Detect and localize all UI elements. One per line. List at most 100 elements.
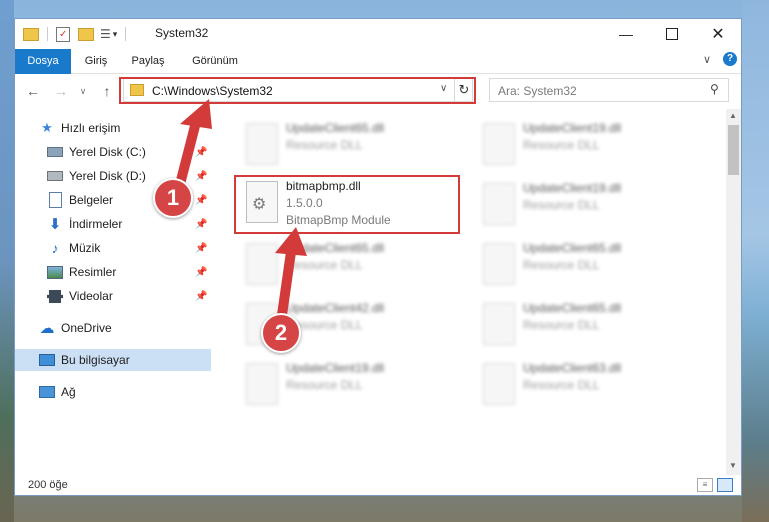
pin-icon[interactable]: 📌 xyxy=(195,219,207,230)
properties-icon[interactable]: ✓ xyxy=(56,26,70,42)
view-icon[interactable]: ☰ xyxy=(100,27,111,41)
file-description: Resource DLL xyxy=(286,138,363,152)
sidebar-item-videos[interactable]: Videolar 📌 xyxy=(15,285,211,307)
step-1-badge: 1 xyxy=(153,178,193,218)
vertical-scrollbar[interactable]: ▲ ▼ xyxy=(726,109,741,475)
status-bar: 200 öğe ≡ xyxy=(15,475,741,495)
forward-button[interactable]: → xyxy=(51,81,71,101)
ribbon-tabs: Dosya Giriş Paylaş Görünüm ∨ ? xyxy=(15,49,741,105)
file-name: UpdateClient19.dll xyxy=(523,181,622,195)
file-description: Resource DLL xyxy=(523,318,600,332)
file-name: UpdateClient19.dll xyxy=(523,121,622,135)
dll-file-icon xyxy=(483,243,515,285)
music-icon: ♪ xyxy=(51,240,59,256)
file-name: UpdateClient65.dll xyxy=(523,241,622,255)
dll-file-icon xyxy=(483,303,515,345)
search-input[interactable]: Ara: System32 xyxy=(498,84,577,98)
pictures-icon xyxy=(47,264,63,280)
pin-icon[interactable]: 📌 xyxy=(195,195,207,206)
maximize-icon xyxy=(666,28,678,40)
file-name: UpdateClient65.dll xyxy=(523,301,622,315)
sidebar-item-label: Resimler xyxy=(69,265,117,279)
scroll-down-icon[interactable]: ▼ xyxy=(729,461,737,470)
list-item[interactable]: UpdateClient19.dll Resource DLL xyxy=(475,117,705,173)
file-description: Resource DLL xyxy=(286,258,363,272)
tab-home[interactable]: Giriş xyxy=(75,49,117,73)
sidebar-item-onedrive[interactable]: ☁ OneDrive xyxy=(15,317,211,339)
sidebar-item-pictures[interactable]: Resimler 📌 xyxy=(15,261,211,283)
computer-icon xyxy=(39,352,55,368)
dll-file-icon xyxy=(483,123,515,165)
star-icon: ★ xyxy=(41,120,53,135)
large-icons-view-icon[interactable] xyxy=(717,478,733,492)
file-name: UpdateClient19.dll xyxy=(286,361,385,375)
sidebar-item-label: Ağ xyxy=(61,385,76,399)
file-list: UpdateClient65.dll Resource DLL ⚙ bitmap… xyxy=(212,109,726,469)
sidebar-item-label: Müzik xyxy=(69,241,101,255)
sidebar-item-downloads[interactable]: ⬇ İndirmeler 📌 xyxy=(15,213,211,235)
drive-icon xyxy=(47,168,63,184)
video-icon xyxy=(47,288,63,304)
close-button[interactable]: ✕ xyxy=(695,19,741,49)
step-2-badge: 2 xyxy=(261,313,301,353)
up-arrow-icon: ↑ xyxy=(103,83,111,99)
download-icon: ⬇ xyxy=(48,216,62,233)
list-item[interactable]: UpdateClient65.dll Resource DLL xyxy=(238,117,468,173)
sidebar-item-label: Videolar xyxy=(69,289,113,303)
sidebar-item-quick-access[interactable]: ★ Hızlı erişim xyxy=(15,117,211,139)
list-item[interactable]: UpdateClient19.dll Resource DLL xyxy=(475,177,705,233)
title-bar: ✓ ☰ ▾ System32 — ✕ xyxy=(15,19,741,49)
sidebar-item-label: Belgeler xyxy=(69,193,114,207)
file-name: UpdateClient63.dll xyxy=(523,361,622,375)
sidebar-item-local-disk-c[interactable]: Yerel Disk (C:) 📌 xyxy=(15,141,211,163)
sidebar-item-label: Bu bilgisayar xyxy=(61,353,130,367)
list-item[interactable]: UpdateClient65.dll Resource DLL xyxy=(238,237,468,293)
scrollbar-thumb[interactable] xyxy=(728,125,739,175)
file-description: Resource DLL xyxy=(523,138,600,152)
sidebar-item-label: OneDrive xyxy=(61,321,112,335)
scroll-up-icon[interactable]: ▲ xyxy=(729,111,737,120)
pin-icon[interactable]: 📌 xyxy=(195,171,207,182)
desktop-background-right xyxy=(742,0,769,522)
minimize-icon: — xyxy=(619,26,633,42)
tab-view[interactable]: Görünüm xyxy=(179,49,251,73)
list-item[interactable]: UpdateClient65.dll Resource DLL xyxy=(475,297,705,353)
tab-share[interactable]: Paylaş xyxy=(123,49,173,73)
pin-icon[interactable]: 📌 xyxy=(195,291,207,302)
list-item[interactable]: UpdateClient63.dll Resource DLL xyxy=(475,357,705,413)
file-name: UpdateClient42.dll xyxy=(286,301,385,315)
new-folder-icon[interactable] xyxy=(78,27,94,41)
list-item[interactable]: UpdateClient65.dll Resource DLL xyxy=(475,237,705,293)
sidebar-item-network[interactable]: Ağ xyxy=(15,381,211,403)
forward-arrow-icon: → xyxy=(54,83,68,99)
close-icon: ✕ xyxy=(711,26,725,43)
details-view-icon[interactable]: ≡ xyxy=(697,478,713,492)
search-box[interactable]: Ara: System32 ⚲ xyxy=(489,78,729,102)
file-name: UpdateClient65.dll xyxy=(286,121,385,135)
up-button[interactable]: ↑ xyxy=(97,81,117,101)
navigation-pane: ★ Hızlı erişim Yerel Disk (C:) 📌 Yerel D… xyxy=(15,109,211,469)
sidebar-item-label: Yerel Disk (D:) xyxy=(69,169,146,183)
sidebar-item-this-pc[interactable]: Bu bilgisayar xyxy=(15,349,211,371)
sidebar-item-music[interactable]: ♪ Müzik 📌 xyxy=(15,237,211,259)
pin-icon[interactable]: 📌 xyxy=(195,147,207,158)
customize-dropdown-icon[interactable]: ▾ xyxy=(113,29,118,40)
file-description: Resource DLL xyxy=(523,198,600,212)
list-item[interactable]: UpdateClient19.dll Resource DLL xyxy=(238,357,468,413)
window-title: System32 xyxy=(155,26,209,40)
minimize-button[interactable]: — xyxy=(603,19,649,49)
maximize-button[interactable] xyxy=(649,19,695,49)
network-icon xyxy=(39,384,55,400)
pin-icon[interactable]: 📌 xyxy=(195,267,207,278)
help-icon[interactable]: ? xyxy=(723,52,737,66)
recent-locations-button[interactable]: ∨ xyxy=(73,81,93,101)
file-description: Resource DLL xyxy=(523,378,600,392)
back-button[interactable]: ← xyxy=(23,81,43,101)
file-description: Resource DLL xyxy=(523,258,600,272)
sidebar-item-label: İndirmeler xyxy=(69,217,123,231)
pin-icon[interactable]: 📌 xyxy=(195,243,207,254)
ribbon-expand-icon[interactable]: ∨ xyxy=(703,53,711,66)
file-name: UpdateClient65.dll xyxy=(286,241,385,255)
dll-file-icon xyxy=(483,183,515,225)
chevron-down-icon: ∨ xyxy=(79,85,87,96)
